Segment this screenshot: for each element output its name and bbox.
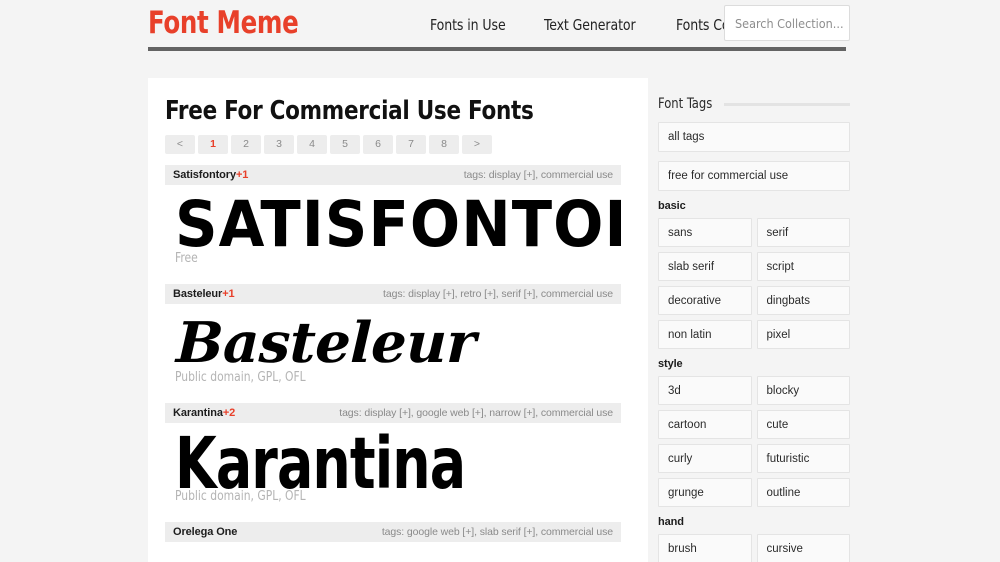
font-name-extra[interactable]: +1	[236, 169, 248, 181]
main-content-inner: Free For Commercial Use Fonts < 1 2 3 4 …	[165, 78, 621, 542]
tag-non-latin[interactable]: non latin	[658, 320, 752, 349]
page-root: Font Meme Fonts in Use Text Generator Fo…	[0, 0, 1000, 562]
sidebar-header: Font Tags	[658, 95, 850, 113]
font-specimen-area[interactable]: SATISFONTORY Free	[165, 185, 621, 273]
font-tags[interactable]: tags: display [+], google web [+], narro…	[339, 407, 613, 419]
tag-futuristic[interactable]: futuristic	[756, 444, 850, 473]
main-content-card: Free For Commercial Use Fonts < 1 2 3 4 …	[148, 78, 648, 562]
font-bar: Satisfontory+1 tags: display [+], commer…	[165, 165, 621, 185]
font-specimen-area[interactable]: Karantina Public domain, GPL, OFL	[165, 423, 621, 511]
pagination-page-6[interactable]: 6	[363, 135, 393, 154]
nav-item-fonts-in-use[interactable]: Fonts in Use	[430, 16, 506, 34]
font-bar: Karantina+2 tags: display [+], google we…	[165, 403, 621, 423]
tag-cute[interactable]: cute	[756, 410, 850, 439]
sidebar-title-rule	[724, 103, 850, 106]
pagination-page-3[interactable]: 3	[264, 135, 294, 154]
sidebar-title: Font Tags	[658, 96, 713, 112]
tag-pixel[interactable]: pixel	[756, 320, 850, 349]
font-license: Public domain, GPL, OFL	[175, 489, 306, 504]
font-name[interactable]: Orelega One	[173, 526, 237, 538]
tag-dingbats[interactable]: dingbats	[756, 286, 850, 315]
tag-outline[interactable]: outline	[756, 478, 850, 507]
tag-cartoon[interactable]: cartoon	[658, 410, 752, 439]
font-specimen-text: SATISFONTORY	[175, 187, 621, 262]
font-bar: Orelega One tags: google web [+], slab s…	[165, 522, 621, 542]
font-name-label: Karantina	[173, 407, 223, 419]
font-specimen-text: Basteleur	[175, 310, 477, 376]
nav-item-text-generator[interactable]: Text Generator	[544, 16, 636, 34]
font-row: Basteleur+1 tags: display [+], retro [+]…	[165, 284, 621, 392]
font-name-extra[interactable]: +1	[222, 288, 234, 300]
pagination-page-2[interactable]: 2	[231, 135, 261, 154]
tag-cursive[interactable]: cursive	[756, 534, 850, 562]
pagination-page-7[interactable]: 7	[396, 135, 426, 154]
pagination-prev[interactable]: <	[165, 135, 195, 154]
tag-slab-serif[interactable]: slab serif	[658, 252, 752, 281]
font-row: Karantina+2 tags: display [+], google we…	[165, 403, 621, 511]
pagination-page-5[interactable]: 5	[330, 135, 360, 154]
site-header: Font Meme Fonts in Use Text Generator Fo…	[148, 0, 850, 46]
tag-decorative[interactable]: decorative	[658, 286, 752, 315]
font-row: Satisfontory+1 tags: display [+], commer…	[165, 165, 621, 273]
tag-free-for-commercial-use[interactable]: free for commercial use	[658, 161, 850, 191]
site-logo[interactable]: Font Meme	[148, 6, 299, 40]
font-license: Public domain, GPL, OFL	[175, 370, 306, 385]
font-name[interactable]: Satisfontory+1	[173, 169, 248, 181]
tag-grunge[interactable]: grunge	[658, 478, 752, 507]
tag-group-style: 3d blocky cartoon cute curly futuristic …	[658, 376, 850, 507]
font-name-label: Satisfontory	[173, 169, 236, 181]
tag-curly[interactable]: curly	[658, 444, 752, 473]
pagination-page-4[interactable]: 4	[297, 135, 327, 154]
tag-sans[interactable]: sans	[658, 218, 752, 247]
tag-group-label-style: style	[658, 358, 683, 370]
pagination-page-1[interactable]: 1	[198, 135, 228, 154]
tag-group-label-hand: hand	[658, 516, 684, 528]
font-row: Orelega One tags: google web [+], slab s…	[165, 522, 621, 542]
pagination-page-8[interactable]: 8	[429, 135, 459, 154]
pagination: < 1 2 3 4 5 6 7 8 >	[165, 135, 621, 154]
font-tags[interactable]: tags: display [+], commercial use	[464, 169, 613, 181]
tag-brush[interactable]: brush	[658, 534, 752, 562]
tag-blocky[interactable]: blocky	[756, 376, 850, 405]
tag-all-tags[interactable]: all tags	[658, 122, 850, 152]
tag-script[interactable]: script	[756, 252, 850, 281]
header-divider	[148, 47, 846, 51]
sidebar: Font Tags all tags free for commercial u…	[658, 95, 850, 562]
font-tags[interactable]: tags: google web [+], slab serif [+], co…	[382, 526, 613, 538]
tag-3d[interactable]: 3d	[658, 376, 752, 405]
font-specimen-area[interactable]: Basteleur Public domain, GPL, OFL	[165, 304, 621, 392]
tag-group-basic: sans serif slab serif script decorative …	[658, 218, 850, 349]
font-tags[interactable]: tags: display [+], retro [+], serif [+],…	[383, 288, 613, 300]
search-input[interactable]	[735, 6, 845, 40]
font-name[interactable]: Karantina+2	[173, 407, 235, 419]
font-name[interactable]: Basteleur+1	[173, 288, 235, 300]
font-bar: Basteleur+1 tags: display [+], retro [+]…	[165, 284, 621, 304]
search-box[interactable]	[724, 5, 850, 41]
font-license: Free	[175, 251, 198, 266]
font-name-label: Basteleur	[173, 288, 223, 300]
font-name-extra[interactable]: +2	[223, 407, 235, 419]
tag-serif[interactable]: serif	[756, 218, 850, 247]
page-title: Free For Commercial Use Fonts	[165, 96, 534, 126]
pagination-next[interactable]: >	[462, 135, 492, 154]
tag-group-hand: brush cursive calligraphy graffiti	[658, 534, 850, 562]
font-name-label: Orelega One	[173, 526, 238, 538]
tag-group-label-basic: basic	[658, 200, 686, 212]
